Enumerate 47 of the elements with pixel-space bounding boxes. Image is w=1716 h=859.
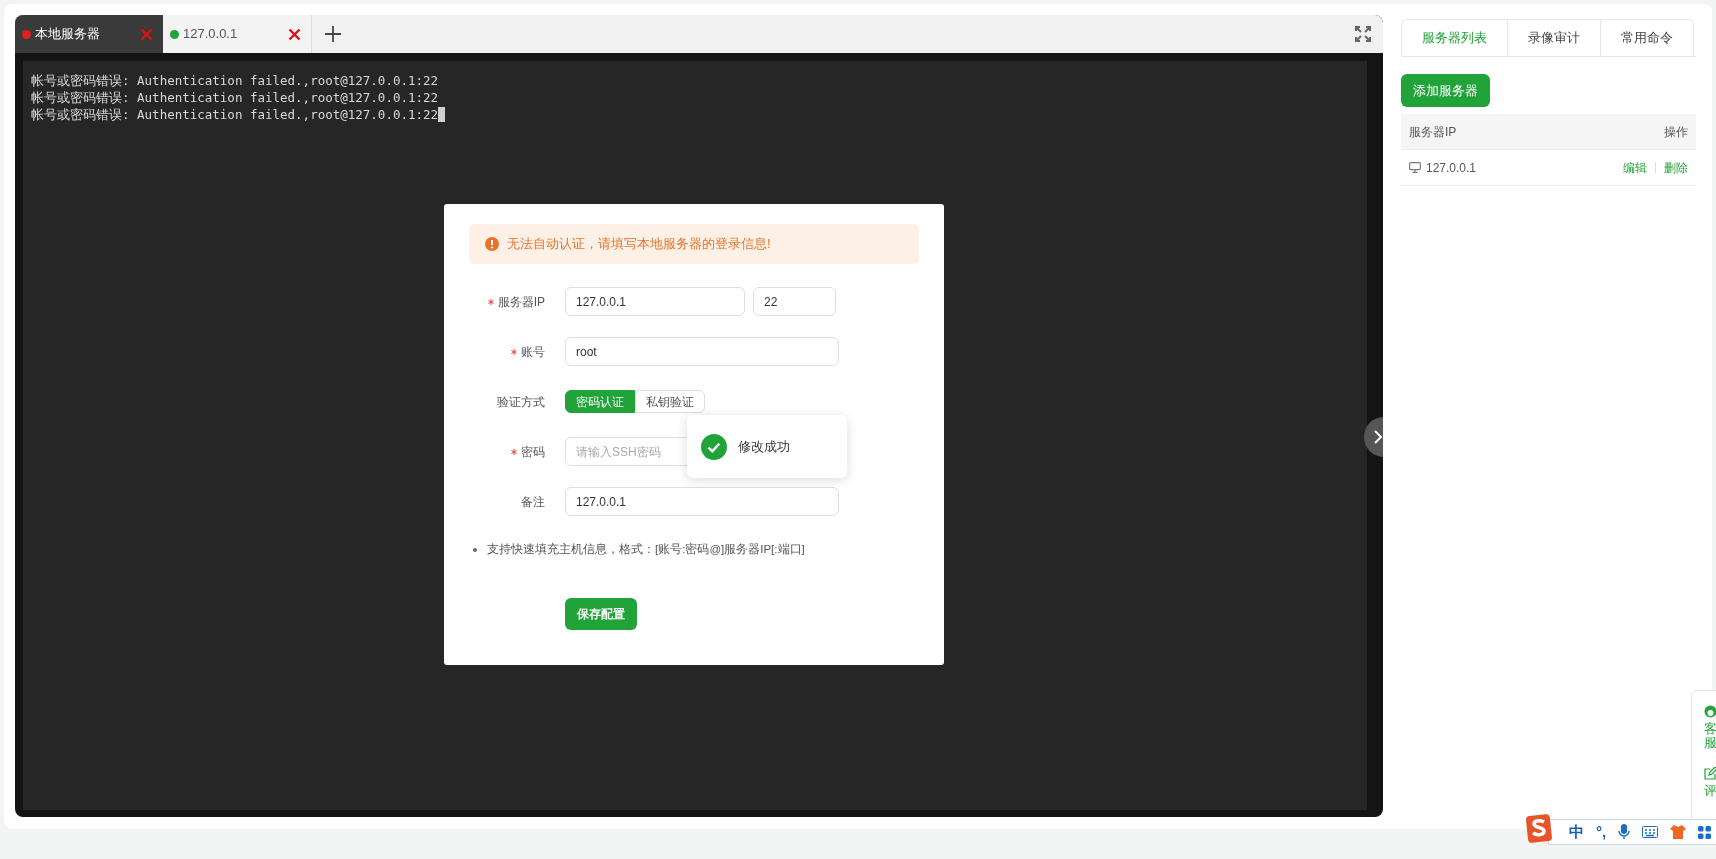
side-tab[interactable]: 录像审计 <box>1508 19 1601 56</box>
shirt-icon[interactable] <box>1670 825 1687 839</box>
side-tab[interactable]: 服务器列表 <box>1401 19 1508 56</box>
terminal-line: 帐号或密码错误: Authentication failed.,root@127.0.0.1:22 <box>31 106 439 123</box>
tab-label: 本地服务器 <box>35 25 101 44</box>
field-label: 服务器IP <box>497 293 545 311</box>
terminal-line: 帐号或密码错误: Authentication failed.,root@127.0.0.1:22 <box>31 89 439 106</box>
microphone-icon[interactable] <box>1618 824 1631 840</box>
alert-text: 无法自动认证，请填写本地服务器的登录信息! <box>507 235 771 254</box>
field-label: 密码 <box>521 443 545 461</box>
ip-input-field[interactable]: 127.0.0.1 <box>565 287 745 316</box>
grid-icon[interactable] <box>1698 825 1712 839</box>
check-circle-icon <box>701 433 727 460</box>
column-header: 操作 <box>1664 123 1688 141</box>
segment-option[interactable]: 密码认证 <box>565 390 635 413</box>
logo-icon[interactable] <box>1526 814 1552 844</box>
bullet-icon <box>473 547 477 552</box>
keyboard-icon[interactable] <box>1642 826 1659 838</box>
side-tab[interactable]: 常用命令 <box>1601 19 1694 56</box>
column-header: 服务器IP <box>1409 123 1457 141</box>
fullscreen-icon[interactable] <box>1355 26 1371 42</box>
field-label: 备注 <box>521 493 545 511</box>
monitor-icon <box>1409 162 1421 173</box>
edit-icon[interactable] <box>1704 766 1716 780</box>
text-input-field[interactable]: root <box>565 337 839 366</box>
field-label: 账号 <box>521 343 545 361</box>
tab-label: 127.0.0.1 <box>183 25 239 44</box>
float-label[interactable]: 评 <box>1704 783 1716 798</box>
close-icon[interactable] <box>288 27 301 41</box>
plus-icon[interactable] <box>324 25 342 43</box>
terminal-line: 帐号或密码错误: Authentication failed.,root@127.0.0.1:22 <box>31 72 439 89</box>
segment-option[interactable]: 私钥验证 <box>635 390 705 413</box>
action-link[interactable]: 编辑 <box>1623 158 1647 177</box>
terminal-tab[interactable]: 本地服务器 <box>15 15 163 53</box>
text-input-field[interactable]: 127.0.0.1 <box>565 487 839 516</box>
ime-mode-text[interactable]: 中 <box>1569 820 1584 844</box>
warning-icon <box>485 237 499 251</box>
float-label[interactable]: 客服 <box>1704 722 1716 751</box>
add-server-button[interactable]: 添加服务器 <box>1401 74 1490 107</box>
toast-message: 修改成功 <box>738 437 790 456</box>
field-label: 验证方式 <box>497 393 545 411</box>
hint-text: 支持快速填充主机信息，格式：[账号:密码@]服务器IP[:端口] <box>487 542 805 557</box>
port-input-field[interactable]: 22 <box>753 287 836 316</box>
server-ip-cell-text: 127.0.0.1 <box>1426 159 1478 177</box>
save-button[interactable]: 保存配置 <box>565 598 637 631</box>
action-link[interactable]: 删除 <box>1664 158 1688 177</box>
ime-punct-text[interactable]: °, <box>1596 820 1607 844</box>
